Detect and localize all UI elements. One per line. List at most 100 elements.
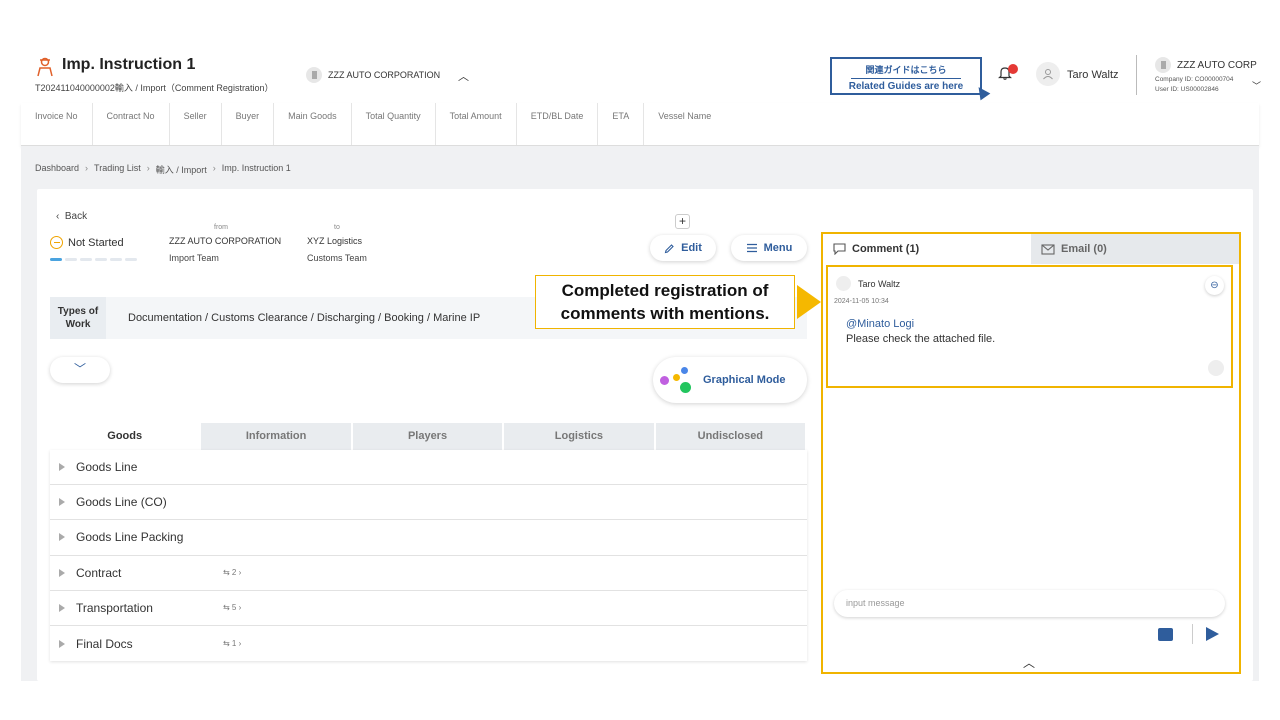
comment-tabs: Comment (1) Email (0)	[823, 234, 1239, 264]
message-input[interactable]: input message	[834, 590, 1225, 617]
from-corporation: ZZZ AUTO CORPORATION	[169, 236, 282, 246]
chevron-down-icon[interactable]: ﹀	[1252, 79, 1261, 92]
tab-information[interactable]: Information	[201, 423, 353, 450]
expand-triangle-icon	[59, 603, 65, 612]
back-button[interactable]: ‹ Back	[56, 211, 87, 222]
graph-dot-purple	[660, 376, 669, 385]
accordion-row-final-docs[interactable]: Final Docs ⇆ 1 ›	[50, 626, 807, 661]
read-by-avatar	[1208, 360, 1224, 376]
column-total-quantity: Total Quantity	[352, 103, 436, 145]
breadcrumb-current: Imp. Instruction 1	[221, 163, 291, 173]
breadcrumb-trading-list[interactable]: Trading List	[94, 163, 141, 176]
accordion-row-goods-line-packing[interactable]: Goods Line Packing	[50, 520, 807, 556]
hamburger-icon	[746, 243, 757, 253]
link-icon[interactable]: ⊖	[1205, 276, 1224, 295]
page-subtitle: T202411040000002輸入 / Import（Comment Regi…	[35, 83, 274, 93]
column-seller: Seller	[170, 103, 222, 145]
pencil-icon	[664, 243, 674, 253]
import-person-icon	[37, 57, 53, 77]
column-contract-no: Contract No	[93, 103, 170, 145]
breadcrumb: Dashboard › Trading List › 輸入 / Import › Im…	[35, 163, 291, 176]
edit-button[interactable]: Edit	[650, 235, 716, 261]
link-count[interactable]: ⇆ 5 ›	[223, 603, 241, 612]
summary-column-bar: Invoice No Contract No Seller Buyer Main…	[21, 103, 1259, 146]
tab-email[interactable]: Email (0)	[1031, 234, 1239, 264]
company-switcher[interactable]: ZZZ AUTO CORP	[1155, 57, 1257, 73]
callout-line-1: Completed registration of	[561, 281, 769, 300]
comment-author: Taro Waltz	[858, 279, 901, 289]
guide-label-jp: 関連ガイドはこちら	[865, 65, 947, 75]
tab-goods[interactable]: Goods	[50, 423, 202, 450]
status-not-started-icon	[50, 236, 63, 249]
column-total-amount: Total Amount	[436, 103, 517, 145]
tab-players[interactable]: Players	[353, 423, 505, 450]
user-avatar[interactable]	[1036, 62, 1060, 86]
accordion-row-goods-line[interactable]: Goods Line	[50, 450, 807, 486]
to-team: Customs Team	[307, 253, 367, 263]
accordion-row-contract[interactable]: Contract ⇆ 2 ›	[50, 556, 807, 591]
link-count[interactable]: ⇆ 1 ›	[223, 639, 241, 648]
related-guides-link[interactable]: 関連ガイドはこちら Related Guides are here	[830, 57, 982, 95]
plus-icon[interactable]: +	[675, 214, 690, 229]
expand-button[interactable]: ﹀	[50, 357, 110, 383]
comment-mention[interactable]: @Minato Logi	[846, 318, 914, 330]
link-count[interactable]: ⇆ 2 ›	[223, 568, 241, 577]
chevron-up-icon[interactable]: ︿	[1023, 654, 1035, 671]
graphical-mode-button[interactable]: Graphical Mode	[653, 357, 807, 403]
corporation-badge[interactable]: ZZZ AUTO CORPORATION	[306, 67, 440, 83]
graphical-mode-label: Graphical Mode	[703, 374, 786, 386]
menu-button[interactable]: Menu	[731, 235, 807, 261]
status-progress	[50, 258, 137, 261]
page-title: Imp. Instruction 1	[62, 56, 196, 73]
chevron-down-icon: ﹀	[73, 362, 86, 376]
header-divider	[1136, 55, 1137, 95]
company-id: Company ID: CO00000704	[1155, 76, 1234, 83]
graph-dot-blue	[681, 367, 688, 374]
expand-triangle-icon	[59, 568, 65, 577]
from-label: from	[214, 224, 228, 231]
breadcrumb-import[interactable]: 輸入 / Import	[156, 163, 207, 176]
building-icon	[1155, 57, 1171, 73]
comment-icon	[833, 243, 846, 255]
accordion-row-transportation[interactable]: Transportation ⇆ 5 ›	[50, 591, 807, 626]
comment-text: Please check the attached file.	[846, 333, 996, 345]
company-meta: Company ID: CO00000704 User ID: US000028…	[1155, 75, 1233, 95]
send-icon[interactable]	[1206, 627, 1219, 641]
expand-triangle-icon	[59, 533, 65, 542]
expand-triangle-icon	[59, 639, 65, 648]
image-upload-icon[interactable]	[1158, 628, 1173, 641]
column-etd-bl-date: ETD/BL Date	[517, 103, 599, 145]
tab-comment[interactable]: Comment (1)	[823, 234, 1031, 264]
column-eta: ETA	[598, 103, 645, 145]
graph-dot-orange	[673, 374, 680, 381]
breadcrumb-dashboard[interactable]: Dashboard	[35, 163, 79, 176]
input-divider	[1192, 624, 1193, 644]
types-of-work-value: Documentation / Customs Clearance / Disc…	[128, 312, 481, 324]
back-label: Back	[64, 211, 88, 222]
chevron-up-icon[interactable]: ︿	[458, 68, 469, 84]
user-icon	[1043, 69, 1053, 80]
column-main-goods: Main Goods	[274, 103, 352, 145]
comment-author-avatar	[836, 276, 851, 291]
graph-dot-green	[680, 382, 691, 393]
corporation-name: ZZZ AUTO CORPORATION	[328, 70, 441, 80]
user-id: User ID: US00002846	[1155, 86, 1219, 93]
callout-annotation: Completed registration of comments with …	[535, 275, 795, 329]
detail-tabs: Goods Information Players Logistics Undi…	[50, 423, 808, 450]
comment-timestamp: 2024-11-05 10:34	[834, 298, 889, 305]
column-vessel-name: Vessel Name	[658, 111, 712, 121]
status-label: Not Started	[68, 237, 124, 249]
expand-triangle-icon	[59, 498, 65, 507]
tab-logistics[interactable]: Logistics	[504, 423, 656, 450]
accordion-row-goods-line-co[interactable]: Goods Line (CO)	[50, 485, 807, 521]
notification-dot	[1008, 64, 1018, 74]
email-icon	[1041, 243, 1055, 255]
from-team: Import Team	[169, 253, 219, 263]
callout-arrow-icon	[797, 285, 821, 319]
guide-label-en: Related Guides are here	[848, 81, 964, 92]
menu-label: Menu	[763, 242, 793, 254]
tab-undisclosed[interactable]: Undisclosed	[656, 423, 808, 450]
goods-accordion: Goods Line Goods Line (CO) Goods Line Pa…	[50, 450, 807, 661]
expand-triangle-icon	[59, 463, 65, 472]
user-name[interactable]: Taro Waltz	[1067, 69, 1119, 81]
